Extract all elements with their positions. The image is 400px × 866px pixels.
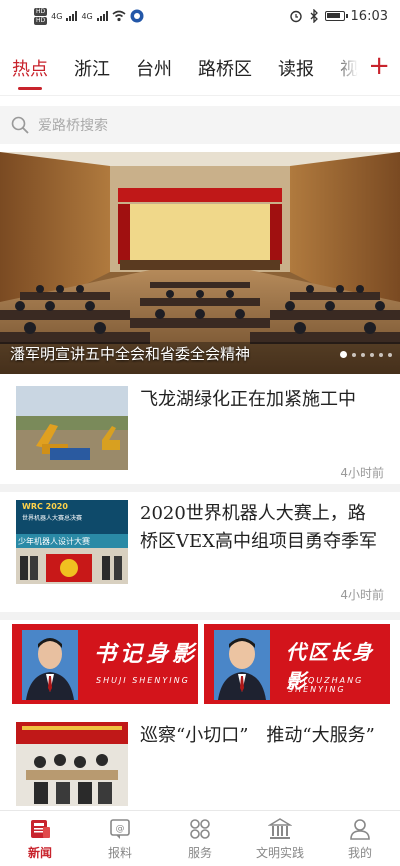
carousel-dot [340,351,347,358]
leader-title: 书记身影 [94,641,198,667]
leader-photo [22,630,78,700]
banner-image [0,152,400,374]
leader-subtitle: DAIQUZHANG SHENYING [288,676,364,694]
nav-label: 服务 [187,845,212,860]
divider [0,484,400,492]
sim-badges: HD HD [34,7,48,25]
network1-label: 4G [51,11,63,21]
news-title: 飞龙湖绿化正在加紧施工中 [140,389,356,410]
tab-taizhou[interactable]: 台州 [136,55,172,81]
status-bar: HD HD 4G 4G 16:03 [0,0,400,32]
bottom-nav: 新闻 @ 报料 服务 文明实践 我的 [0,810,400,866]
status-signals: HD HD 4G 4G [34,7,144,25]
news-title: 2020世界机器人大赛上，路桥区VEX高中组项目勇夺季军 [140,503,377,552]
news-time: 4小时前 [340,466,384,480]
thumb-text-3: 少年机器人设计大赛 [18,537,90,546]
nav-news[interactable]: 新闻 [0,811,80,866]
news-title: 巡察“小切口” 推动“大服务” [140,725,375,746]
nav-label: 新闻 [27,845,52,860]
signal-bars-icon [66,11,78,21]
building-icon [268,817,292,839]
tab-luqiao[interactable]: 路桥区 [198,55,252,81]
tab-newspaper[interactable]: 读报 [278,55,314,81]
carousel-dot [352,352,356,357]
nav-label: 我的 [347,845,372,860]
search-icon [11,116,29,134]
nav-report[interactable]: @ 报料 [80,811,160,866]
leader-subtitle: SHUJI SHENYING [96,676,190,685]
nav-label: 文明实践 [255,845,304,860]
carousel-dot [379,352,383,357]
sim2-badge: HD [34,16,48,25]
news-item[interactable]: WRC 2020 世界机器人大赛总决赛 少年机器人设计大赛 2020世界机器人大… [16,500,386,606]
status-right: 16:03 [289,9,388,24]
news-thumbnail [16,386,128,470]
svg-text:@: @ [116,824,125,834]
search-bar[interactable]: 爱路桥搜索 [0,106,400,144]
nav-services[interactable]: 服务 [160,811,240,866]
news-item[interactable]: 巡察“小切口” 推动“大服务” [16,722,386,810]
news-thumbnail [16,722,128,806]
leader-card-district-head[interactable]: 代区长身影 DAIQUZHANG SHENYING [204,624,390,704]
leader-card-secretary[interactable]: 书记身影 SHUJI SHENYING [12,624,198,704]
carousel-dot [370,352,374,357]
divider [0,612,400,620]
carousel-dots [340,351,392,358]
thumb-text-2: 世界机器人大赛总决赛 [22,515,83,522]
nav-label: 报料 [107,845,132,860]
newspaper-icon [31,819,50,838]
user-icon [350,818,370,840]
report-icon: @ [110,818,130,839]
plus-icon[interactable]: + [368,52,390,80]
search-placeholder: 爱路桥搜索 [38,118,108,134]
battery-icon [324,11,348,21]
thumb-text-1: WRC 2020 [22,502,68,511]
tab-zhejiang[interactable]: 浙江 [74,55,110,81]
carousel-dot [388,352,392,357]
banner-caption: 潘军明宣讲五中全会和省委全会精神 [10,345,251,363]
bluetooth-icon [310,9,318,23]
app-notification-icon [130,9,144,23]
hero-banner[interactable]: 潘军明宣讲五中全会和省委全会精神 [0,152,400,374]
tab-hot[interactable]: 热点 [12,55,48,90]
carousel-dot [361,352,365,357]
nav-mine[interactable]: 我的 [320,811,400,866]
signal-bars-icon-2 [96,11,108,21]
channel-tabs: 热点 浙江 台州 路桥区 读报 视 + [0,40,400,96]
nav-civilization-practice[interactable]: 文明实践 [240,811,320,866]
network2-label: 4G [81,11,93,21]
services-icon [190,818,210,839]
status-time: 16:03 [350,8,388,24]
leader-photo [214,630,270,700]
alarm-icon [289,10,302,23]
wifi-icon [112,10,126,22]
news-thumbnail: WRC 2020 世界机器人大赛总决赛 少年机器人设计大赛 [16,500,128,584]
news-item[interactable]: 飞龙湖绿化正在加紧施工中 4小时前 [16,386,386,480]
news-time: 4小时前 [340,588,384,602]
sim1-badge: HD [34,7,48,16]
